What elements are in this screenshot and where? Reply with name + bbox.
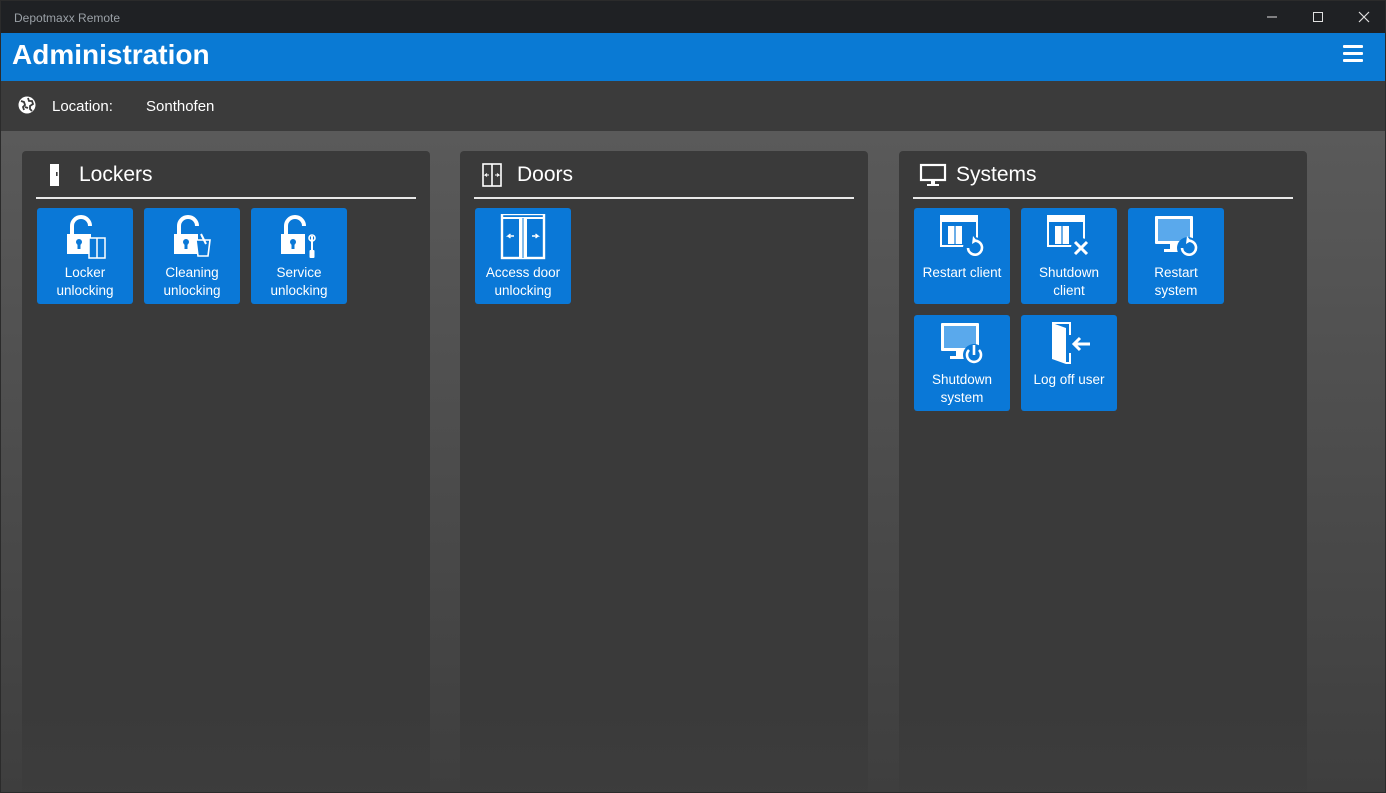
tile-label-line1: Restart — [1154, 265, 1198, 280]
padlock-cleaning-icon — [174, 215, 211, 257]
page-title: Administration — [12, 39, 210, 70]
systems-panel-header: Systems — [913, 151, 1293, 199]
access-door-unlocking-button[interactable]: Access door unlocking — [475, 208, 571, 304]
doors-panel-title: Doors — [517, 163, 574, 186]
tile-label-line2: system — [1154, 283, 1198, 298]
shutdown-client-button[interactable]: Shutdown client — [1021, 208, 1117, 304]
tile-label-line2: unlocking — [494, 283, 552, 298]
location-value: Sonthofen — [146, 98, 215, 115]
lockers-panel-header: Lockers — [36, 151, 416, 199]
log-off-user-button[interactable]: Log off user — [1021, 315, 1117, 411]
hamburger-menu-button[interactable] — [1343, 45, 1363, 67]
lockers-panel: Lockers Locker unlocking Cleaning unlock… — [22, 151, 430, 792]
restart-client-button[interactable]: Restart client — [914, 208, 1010, 304]
dashboard-area: Lockers Locker unlocking Cleaning unlock… — [1, 131, 1385, 792]
locker-unlocking-button[interactable]: Locker unlocking — [37, 208, 133, 304]
app-header: Administration — [1, 33, 1385, 81]
client-shutdown-icon — [1047, 215, 1091, 258]
logoff-door-icon — [1052, 322, 1090, 364]
doors-panel: Doors Access door unlocking — [460, 151, 868, 792]
cleaning-unlocking-button[interactable]: Cleaning unlocking — [144, 208, 240, 304]
tile-label-line2: unlocking — [56, 283, 114, 298]
close-button[interactable] — [1341, 1, 1385, 33]
location-label: Location: — [52, 98, 113, 115]
tile-label-line1: Service — [276, 265, 322, 280]
window-title: Depotmaxx Remote — [14, 11, 121, 25]
location-bar: Location: Sonthofen — [1, 81, 1385, 131]
locker-icon — [50, 164, 59, 186]
doors-panel-header: Doors — [474, 151, 854, 199]
app-window: Depotmaxx Remote Administration Location… — [0, 0, 1386, 793]
sliding-door-icon — [500, 214, 546, 260]
monitor-icon — [919, 163, 947, 186]
location-globe-icon — [18, 96, 36, 114]
tile-label-line1: Cleaning — [165, 265, 219, 280]
padlock-locker-icon — [67, 215, 106, 259]
monitor-restart-icon — [1155, 216, 1199, 259]
tile-label-line1: Locker — [64, 265, 106, 280]
client-restart-icon — [940, 215, 985, 259]
tile-label-line1: Restart client — [922, 265, 1002, 280]
minimize-button[interactable] — [1249, 1, 1295, 33]
systems-panel: Systems Restart client Shutdown client R… — [899, 151, 1307, 792]
tile-label-line2: unlocking — [163, 283, 221, 298]
lockers-panel-title: Lockers — [79, 163, 153, 186]
sliding-door-icon — [482, 163, 502, 187]
tile-label-line1: Shutdown — [931, 372, 993, 387]
tile-label-line2: system — [940, 390, 984, 405]
monitor-power-icon — [941, 323, 985, 366]
tile-label-line1: Shutdown — [1038, 265, 1100, 280]
tile-label-line2: unlocking — [270, 283, 328, 298]
restart-system-button[interactable]: Restart system — [1128, 208, 1224, 304]
window-titlebar[interactable]: Depotmaxx Remote — [1, 1, 1385, 33]
padlock-service-icon — [281, 215, 316, 258]
service-unlocking-button[interactable]: Service unlocking — [251, 208, 347, 304]
maximize-button[interactable] — [1295, 1, 1341, 33]
close-icon — [1358, 11, 1370, 23]
maximize-icon — [1313, 12, 1323, 22]
minimize-icon — [1267, 16, 1277, 18]
tile-label-line2: client — [1053, 283, 1085, 298]
tile-label-line1: Log off user — [1033, 372, 1105, 387]
systems-panel-title: Systems — [956, 163, 1037, 186]
tile-label-line1: Access door — [485, 265, 561, 280]
shutdown-system-button[interactable]: Shutdown system — [914, 315, 1010, 411]
hamburger-icon — [1343, 45, 1363, 48]
